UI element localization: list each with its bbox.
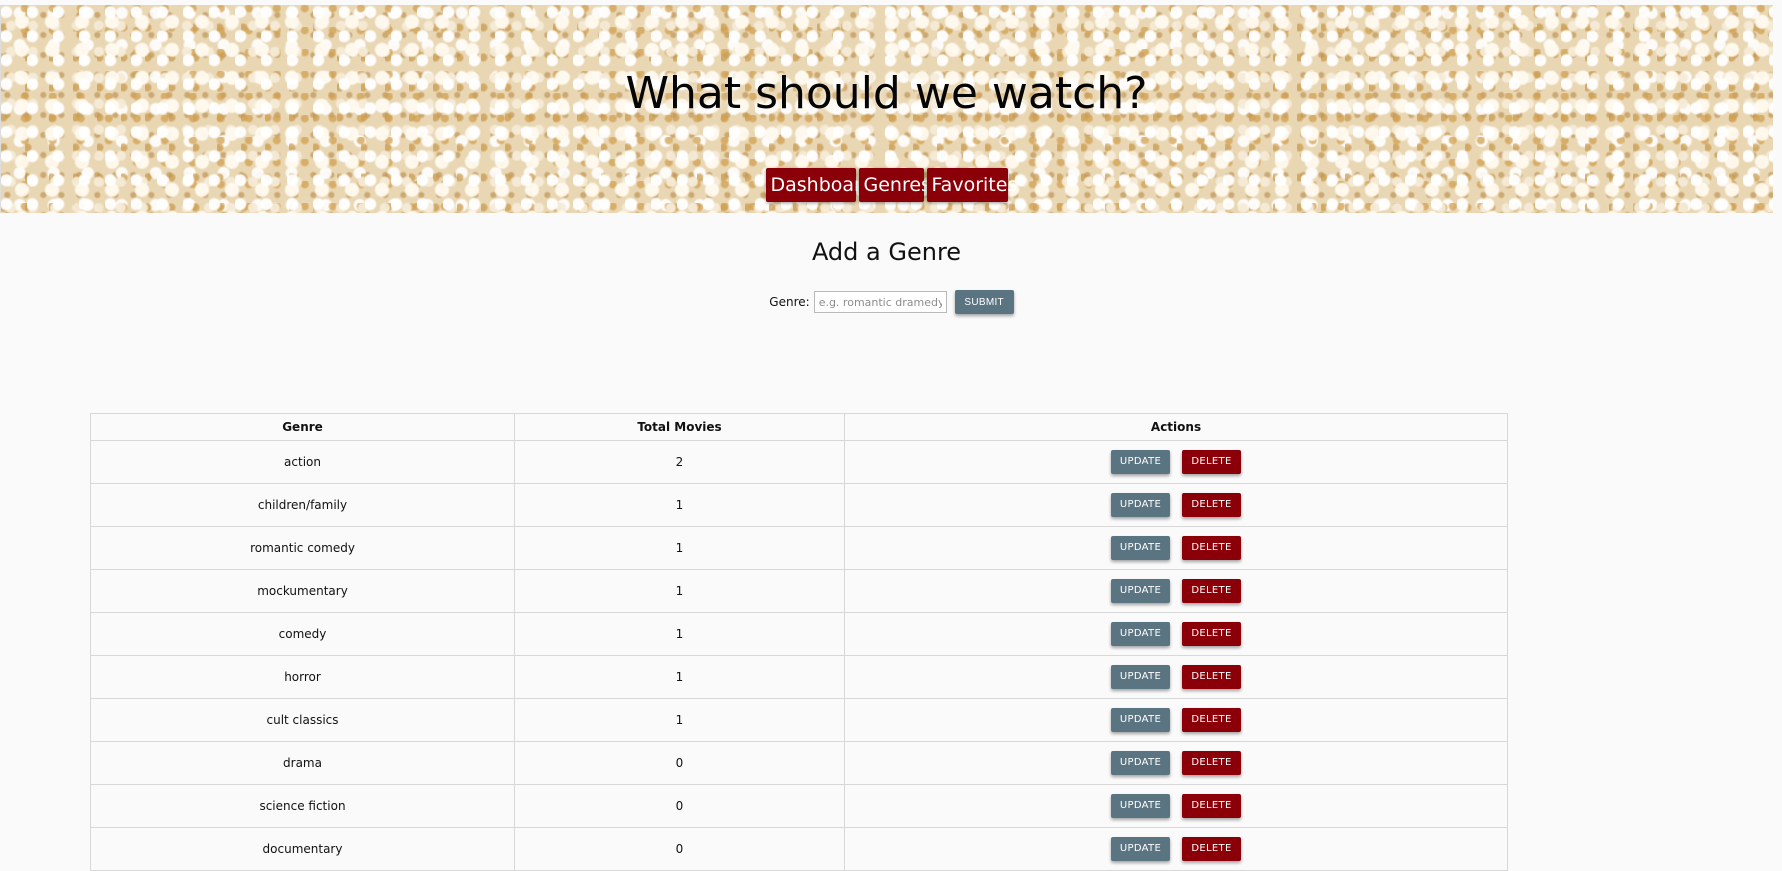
update-button[interactable]: UPDATE <box>1111 579 1170 603</box>
genre-cell: mockumentary <box>90 569 515 613</box>
table-row: horror 1 UPDATE DELETE <box>90 655 1508 699</box>
table-row: action 2 UPDATE DELETE <box>90 440 1508 484</box>
main-nav: Dashboard Genres Favorites <box>0 168 1773 202</box>
genre-cell: documentary <box>90 827 515 871</box>
delete-button[interactable]: DELETE <box>1182 751 1241 775</box>
update-button[interactable]: UPDATE <box>1111 622 1170 646</box>
table-row: children/family 1 UPDATE DELETE <box>90 483 1508 527</box>
delete-button[interactable]: DELETE <box>1182 579 1241 603</box>
total-movies-cell: 1 <box>514 483 845 527</box>
nav-favorites-button[interactable]: Favorites <box>926 168 1017 202</box>
actions-cell: UPDATE DELETE <box>844 741 1508 785</box>
total-movies-cell: 1 <box>514 698 845 742</box>
update-button[interactable]: UPDATE <box>1111 837 1170 861</box>
actions-cell: UPDATE DELETE <box>844 526 1508 570</box>
delete-button[interactable]: DELETE <box>1182 493 1241 517</box>
delete-button[interactable]: DELETE <box>1182 622 1241 646</box>
update-button[interactable]: UPDATE <box>1111 450 1170 474</box>
submit-button[interactable]: SUBMIT <box>954 290 1014 314</box>
total-movies-cell: 1 <box>514 526 845 570</box>
genre-cell: science fiction <box>90 784 515 828</box>
actions-cell: UPDATE DELETE <box>844 483 1508 527</box>
delete-button[interactable]: DELETE <box>1182 450 1241 474</box>
page-title: What should we watch? <box>625 68 1148 119</box>
table-row: documentary 0 UPDATE DELETE <box>90 827 1508 871</box>
column-header-actions: Actions <box>844 413 1508 441</box>
update-button[interactable]: UPDATE <box>1111 665 1170 689</box>
update-button[interactable]: UPDATE <box>1111 751 1170 775</box>
actions-cell: UPDATE DELETE <box>844 655 1508 699</box>
delete-button[interactable]: DELETE <box>1182 837 1241 861</box>
total-movies-cell: 1 <box>514 569 845 613</box>
delete-button[interactable]: DELETE <box>1182 708 1241 732</box>
nav-genres-button[interactable]: Genres <box>858 168 931 202</box>
actions-cell: UPDATE DELETE <box>844 784 1508 828</box>
update-button[interactable]: UPDATE <box>1111 536 1170 560</box>
table-header-row: Genre Total Movies Actions <box>90 413 1508 441</box>
update-button[interactable]: UPDATE <box>1111 493 1170 517</box>
genres-table: Genre Total Movies Actions action 2 UPDATE… <box>90 413 1508 871</box>
delete-button[interactable]: DELETE <box>1182 794 1241 818</box>
table-row: cult classics 1 UPDATE DELETE <box>90 698 1508 742</box>
total-movies-cell: 2 <box>514 440 845 484</box>
genre-cell: romantic comedy <box>90 526 515 570</box>
column-header-genre: Genre <box>90 413 515 441</box>
update-button[interactable]: UPDATE <box>1111 794 1170 818</box>
add-genre-heading: Add a Genre <box>811 238 962 266</box>
nav-dashboard-button[interactable]: Dashboard <box>765 168 874 202</box>
genre-cell: drama <box>90 741 515 785</box>
genre-cell: cult classics <box>90 698 515 742</box>
table-row: comedy 1 UPDATE DELETE <box>90 612 1508 656</box>
update-button[interactable]: UPDATE <box>1111 708 1170 732</box>
actions-cell: UPDATE DELETE <box>844 612 1508 656</box>
genre-input[interactable] <box>813 291 947 313</box>
total-movies-cell: 0 <box>514 784 845 828</box>
genre-cell: action <box>90 440 515 484</box>
column-header-total-movies: Total Movies <box>514 413 845 441</box>
total-movies-cell: 1 <box>514 612 845 656</box>
genre-cell: children/family <box>90 483 515 527</box>
delete-button[interactable]: DELETE <box>1182 665 1241 689</box>
table-row: drama 0 UPDATE DELETE <box>90 741 1508 785</box>
genre-cell: horror <box>90 655 515 699</box>
genre-cell: comedy <box>90 612 515 656</box>
genre-field-label: Genre: <box>769 295 810 309</box>
table-body: action 2 UPDATE DELETE children/family 1 UPDAT… <box>90 440 1508 871</box>
actions-cell: UPDATE DELETE <box>844 440 1508 484</box>
actions-cell: UPDATE DELETE <box>844 698 1508 742</box>
actions-cell: UPDATE DELETE <box>844 569 1508 613</box>
table-row: mockumentary 1 UPDATE DELETE <box>90 569 1508 613</box>
table-row: romantic comedy 1 UPDATE DELETE <box>90 526 1508 570</box>
total-movies-cell: 0 <box>514 827 845 871</box>
total-movies-cell: 1 <box>514 655 845 699</box>
total-movies-cell: 0 <box>514 741 845 785</box>
add-genre-form: Genre: SUBMIT <box>0 290 1773 314</box>
table-row: science fiction 0 UPDATE DELETE <box>90 784 1508 828</box>
actions-cell: UPDATE DELETE <box>844 827 1508 871</box>
delete-button[interactable]: DELETE <box>1182 536 1241 560</box>
